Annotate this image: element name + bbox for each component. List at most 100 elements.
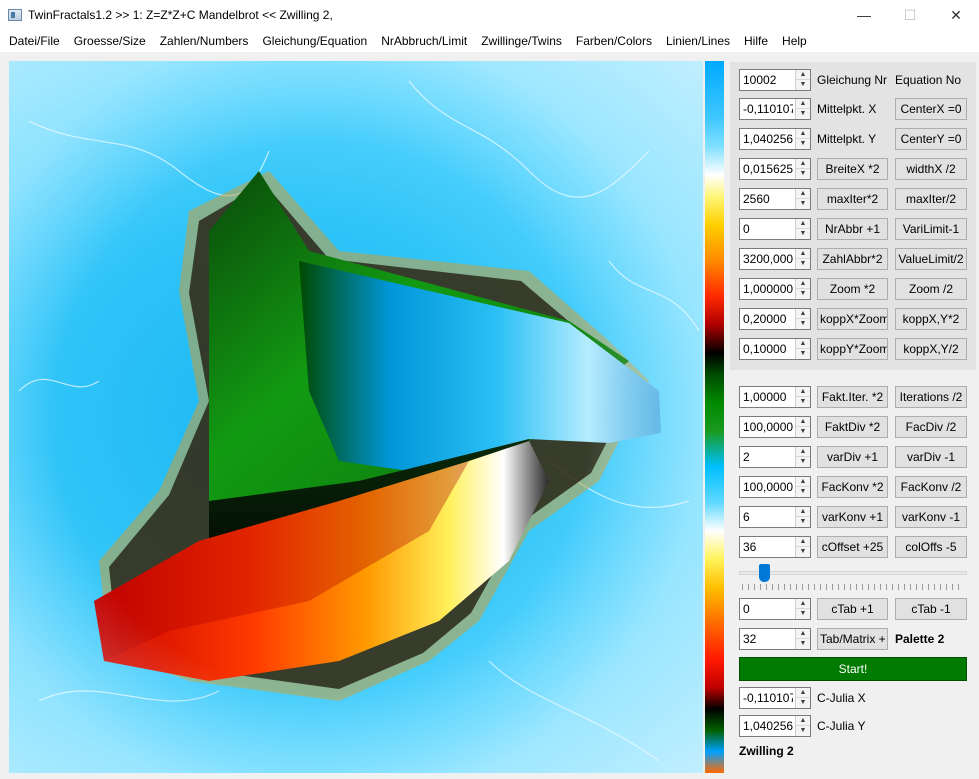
menu-hilfe[interactable]: Hilfe bbox=[737, 30, 775, 52]
spin-down-icon[interactable]: ▼ bbox=[796, 457, 810, 467]
spin-up-icon[interactable]: ▲ bbox=[796, 189, 810, 199]
zahl-abbruch-spinbox[interactable]: 3200,00000 ▲▼ bbox=[739, 248, 811, 270]
fac-konv-x2-button[interactable]: FacKonv *2 bbox=[817, 476, 888, 498]
spin-down-icon[interactable]: ▼ bbox=[796, 229, 810, 239]
menu-lines[interactable]: Linien/Lines bbox=[659, 30, 737, 52]
spin-down-icon[interactable]: ▼ bbox=[796, 547, 810, 557]
minimize-button[interactable]: — bbox=[841, 0, 887, 30]
slider-thumb[interactable] bbox=[759, 564, 770, 582]
fakt-iter-x2-button[interactable]: Fakt.Iter. *2 bbox=[817, 386, 888, 408]
start-button[interactable]: Start! bbox=[739, 657, 967, 681]
kopp-y-zoom-button[interactable]: koppY*Zoom bbox=[817, 338, 888, 360]
spin-down-icon[interactable]: ▼ bbox=[796, 259, 810, 269]
var-div-spinbox[interactable]: 2 ▲ ▼ bbox=[739, 446, 811, 468]
fakt-div-spinbox[interactable]: 100,00000 ▲▼ bbox=[739, 416, 811, 438]
ctab-minus-button[interactable]: cTab -1 bbox=[895, 598, 967, 620]
var-konv-plus-button[interactable]: varKonv +1 bbox=[817, 506, 888, 528]
spin-up-icon[interactable]: ▲ bbox=[796, 417, 810, 427]
spin-up-icon[interactable]: ▲ bbox=[796, 507, 810, 517]
var-konv-minus-button[interactable]: varKonv -1 bbox=[895, 506, 967, 528]
matrix-spinbox[interactable]: 32 ▲ ▼ bbox=[739, 628, 811, 650]
ctab-plus-button[interactable]: cTab +1 bbox=[817, 598, 888, 620]
fac-div-half-button[interactable]: FacDiv /2 bbox=[895, 416, 967, 438]
spin-down-icon[interactable]: ▼ bbox=[796, 639, 810, 649]
kopp-x-spinbox[interactable]: 0,20000 ▲ ▼ bbox=[739, 308, 811, 330]
max-iter-spinbox[interactable]: 2560 ▲ ▼ bbox=[739, 188, 811, 210]
spin-up-icon[interactable]: ▲ bbox=[796, 387, 810, 397]
spin-up-icon[interactable]: ▲ bbox=[796, 70, 810, 80]
color-offset-minus-button[interactable]: colOffs -5 bbox=[895, 536, 967, 558]
color-offset-spinbox[interactable]: 36 ▲ ▼ bbox=[739, 536, 811, 558]
center-x-zero-button[interactable]: CenterX =0 bbox=[895, 98, 967, 120]
max-iter-half-button[interactable]: maxIter/2 bbox=[895, 188, 967, 210]
zoom-x2-button[interactable]: Zoom *2 bbox=[817, 278, 888, 300]
fakt-iter-spinbox[interactable]: 1,00000 ▲ ▼ bbox=[739, 386, 811, 408]
kopp-xy-x2-button[interactable]: koppX,Y*2 bbox=[895, 308, 967, 330]
menu-limit[interactable]: NrAbbruch/Limit bbox=[374, 30, 474, 52]
julia-y-spinbox[interactable]: 1,04025687 ▲▼ bbox=[739, 715, 811, 737]
width-x2-button[interactable]: BreiteX *2 bbox=[817, 158, 888, 180]
menu-equation[interactable]: Gleichung/Equation bbox=[255, 30, 374, 52]
center-x-spinbox[interactable]: -0,1101073 ▲▼ bbox=[739, 98, 811, 120]
fractal-canvas[interactable] bbox=[9, 61, 703, 773]
spin-down-icon[interactable]: ▼ bbox=[796, 349, 810, 359]
spin-down-icon[interactable]: ▼ bbox=[796, 289, 810, 299]
spin-up-icon[interactable]: ▲ bbox=[796, 249, 810, 259]
color-offset-slider[interactable] bbox=[739, 562, 967, 592]
width-spinbox[interactable]: 0,01562500 ▲▼ bbox=[739, 158, 811, 180]
nr-abbruch-spinbox[interactable]: 0 ▲ ▼ bbox=[739, 218, 811, 240]
zoom-half-button[interactable]: Zoom /2 bbox=[895, 278, 967, 300]
menu-numbers[interactable]: Zahlen/Numbers bbox=[153, 30, 256, 52]
spin-down-icon[interactable]: ▼ bbox=[796, 397, 810, 407]
zahl-abbr-x2-button[interactable]: ZahlAbbr*2 bbox=[817, 248, 888, 270]
center-y-spinbox[interactable]: 1,04025687 ▲▼ bbox=[739, 128, 811, 150]
spin-up-icon[interactable]: ▲ bbox=[796, 629, 810, 639]
nr-abbr-plus-button[interactable]: NrAbbr +1 bbox=[817, 218, 888, 240]
spin-down-icon[interactable]: ▼ bbox=[796, 319, 810, 329]
spin-down-icon[interactable]: ▼ bbox=[796, 487, 810, 497]
spin-down-icon[interactable]: ▼ bbox=[796, 609, 810, 619]
spin-up-icon[interactable]: ▲ bbox=[796, 159, 810, 169]
spin-up-icon[interactable]: ▲ bbox=[796, 477, 810, 487]
menu-help[interactable]: Help bbox=[775, 30, 814, 52]
width-half-button[interactable]: widthX /2 bbox=[895, 158, 967, 180]
color-offset-plus-button[interactable]: cOffset +25 bbox=[817, 536, 888, 558]
zoom-spinbox[interactable]: 1,00000000 ▲▼ bbox=[739, 278, 811, 300]
spin-up-icon[interactable]: ▲ bbox=[796, 219, 810, 229]
spin-down-icon[interactable]: ▼ bbox=[796, 199, 810, 209]
spin-up-icon[interactable]: ▲ bbox=[796, 129, 810, 139]
menu-colors[interactable]: Farben/Colors bbox=[569, 30, 659, 52]
var-div-minus-button[interactable]: varDiv -1 bbox=[895, 446, 967, 468]
maximize-button[interactable]: ☐ bbox=[887, 0, 933, 30]
spin-up-icon[interactable]: ▲ bbox=[796, 309, 810, 319]
spin-up-icon[interactable]: ▲ bbox=[796, 279, 810, 289]
iterations-half-button[interactable]: Iterations /2 bbox=[895, 386, 967, 408]
spin-up-icon[interactable]: ▲ bbox=[796, 339, 810, 349]
spin-down-icon[interactable]: ▼ bbox=[796, 517, 810, 527]
kopp-xy-half-button[interactable]: koppX,Y/2 bbox=[895, 338, 967, 360]
spin-down-icon[interactable]: ▼ bbox=[796, 109, 810, 119]
spin-down-icon[interactable]: ▼ bbox=[796, 427, 810, 437]
equation-number-spinbox[interactable]: 10002 ▲ ▼ bbox=[739, 69, 811, 91]
fakt-div-x2-button[interactable]: FaktDiv *2 bbox=[817, 416, 888, 438]
spin-down-icon[interactable]: ▼ bbox=[796, 139, 810, 149]
spin-up-icon[interactable]: ▲ bbox=[796, 688, 810, 698]
vari-limit-minus-button[interactable]: VariLimit-1 bbox=[895, 218, 967, 240]
kopp-y-spinbox[interactable]: 0,10000 ▲ ▼ bbox=[739, 338, 811, 360]
fac-konv-spinbox[interactable]: 100,00000 ▲▼ bbox=[739, 476, 811, 498]
tab-matrix-plus-button[interactable]: Tab/Matrix + bbox=[817, 628, 888, 650]
spin-up-icon[interactable]: ▲ bbox=[796, 599, 810, 609]
max-iter-x2-button[interactable]: maxIter*2 bbox=[817, 188, 888, 210]
spin-up-icon[interactable]: ▲ bbox=[796, 716, 810, 726]
slider-track[interactable] bbox=[739, 571, 967, 575]
spin-up-icon[interactable]: ▲ bbox=[796, 537, 810, 547]
menu-size[interactable]: Groesse/Size bbox=[67, 30, 153, 52]
menu-file[interactable]: Datei/File bbox=[2, 30, 67, 52]
fac-konv-half-button[interactable]: FacKonv /2 bbox=[895, 476, 967, 498]
julia-x-spinbox[interactable]: -0,1101073 ▲▼ bbox=[739, 687, 811, 709]
kopp-x-zoom-button[interactable]: koppX*Zoom bbox=[817, 308, 888, 330]
var-konv-spinbox[interactable]: 6 ▲ ▼ bbox=[739, 506, 811, 528]
spin-down-icon[interactable]: ▼ bbox=[796, 726, 810, 736]
spin-up-icon[interactable]: ▲ bbox=[796, 447, 810, 457]
color-table-spinbox[interactable]: 0 ▲ ▼ bbox=[739, 598, 811, 620]
